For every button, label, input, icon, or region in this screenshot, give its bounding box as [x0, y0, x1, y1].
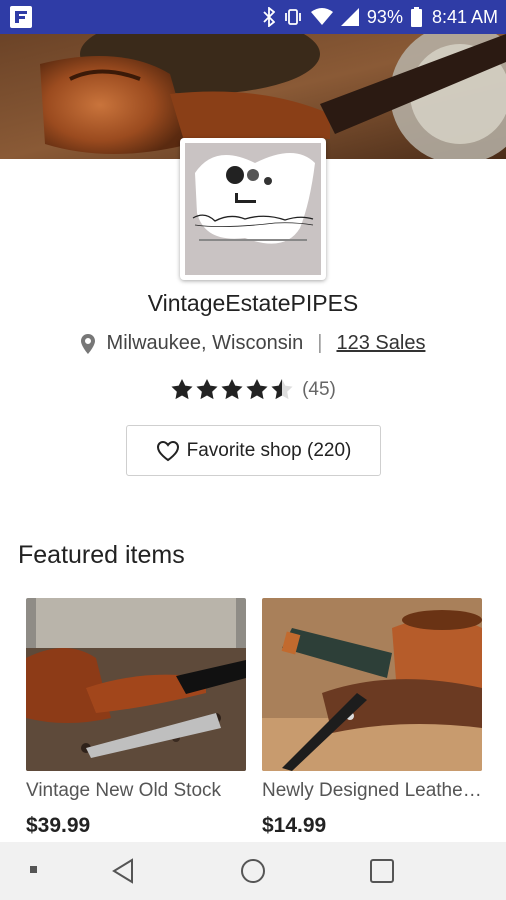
- shop-logo: [180, 138, 326, 280]
- item-price: $14.99: [262, 814, 327, 837]
- featured-item-card[interactable]: Newly Designed Leather Pipe Stand $14.99: [262, 598, 482, 838]
- clock: 8:41 AM: [431, 6, 498, 27]
- featured-items-heading: Featured items: [18, 541, 185, 569]
- item-price: $39.99: [26, 814, 91, 837]
- back-icon[interactable]: [110, 858, 136, 884]
- cell-signal-icon: [340, 8, 359, 26]
- star-icon: [196, 378, 218, 400]
- battery-icon: [410, 7, 422, 27]
- star-icon: [221, 378, 243, 400]
- battery-percent: 93%: [366, 6, 403, 27]
- featured-item-card[interactable]: Vintage New Old Stock $39.99: [26, 598, 246, 838]
- recent-dot-icon[interactable]: [30, 866, 38, 874]
- favorite-shop-label: Favorite shop (220): [186, 439, 352, 461]
- home-icon[interactable]: [240, 858, 266, 884]
- rating-stars: [170, 378, 294, 401]
- app-notification-icon: [10, 6, 32, 28]
- divider: |: [317, 332, 323, 354]
- star-icon: [246, 378, 268, 400]
- item-title: Vintage New Old Stock: [26, 780, 222, 801]
- shop-location: Milwaukee, Wisconsin: [106, 332, 304, 354]
- status-bar: 93% 8:41 AM: [0, 0, 506, 34]
- half-star-icon: [271, 378, 293, 400]
- sales-link[interactable]: 123 Sales: [336, 332, 425, 355]
- bluetooth-icon: [263, 7, 275, 27]
- vibrate-icon: [283, 8, 303, 26]
- location-row: Milwaukee, Wisconsin | 123 Sales: [0, 332, 506, 355]
- item-thumbnail[interactable]: [262, 598, 482, 771]
- navigation-bar: [0, 842, 506, 900]
- item-title: Newly Designed Leather Pipe Stand: [262, 780, 482, 801]
- star-icon: [171, 378, 193, 400]
- wifi-icon: [310, 8, 333, 26]
- location-pin-icon: [80, 333, 95, 354]
- rating-row[interactable]: (45): [0, 378, 506, 401]
- overview-icon[interactable]: [369, 858, 395, 884]
- review-count: (45): [302, 378, 336, 400]
- favorite-shop-button[interactable]: Favorite shop (220): [126, 425, 381, 476]
- shop-name: VintageEstatePIPES: [147, 290, 359, 316]
- heart-icon: [156, 440, 179, 461]
- item-thumbnail[interactable]: [26, 598, 246, 771]
